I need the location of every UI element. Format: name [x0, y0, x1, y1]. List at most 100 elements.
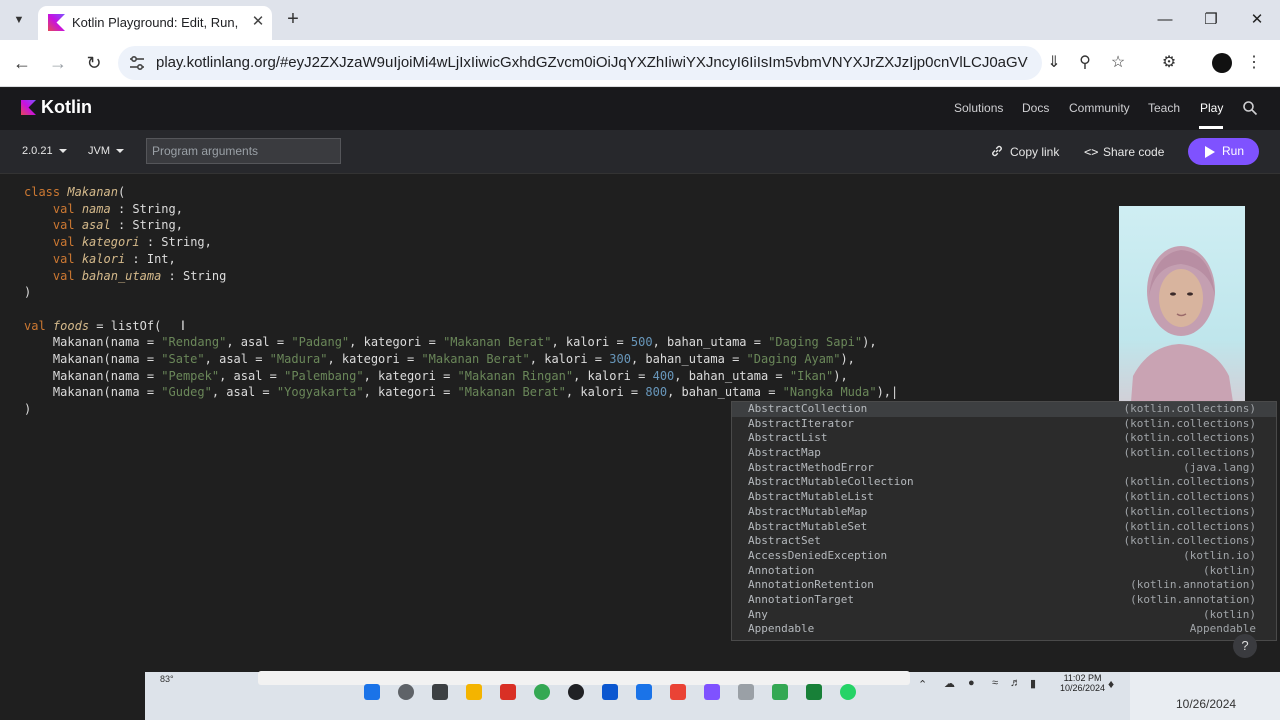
new-tab-icon[interactable]: +: [282, 8, 304, 30]
forward-arrow-icon[interactable]: →: [45, 50, 71, 76]
autocomplete-item-package: (kotlin.annotation): [1130, 592, 1256, 606]
tray-chevron-icon[interactable]: ⌃: [918, 678, 927, 691]
cloud-icon[interactable]: ☁: [944, 677, 955, 690]
autocomplete-item[interactable]: AnnotationRetention (kotlin.annotation): [732, 578, 1276, 593]
search-icon[interactable]: [1242, 100, 1258, 116]
nav-docs[interactable]: Docs: [1022, 101, 1049, 115]
tab-search-chevron-icon[interactable]: ▼: [8, 9, 30, 31]
autocomplete-item-name: AbstractMutableMap: [748, 504, 868, 518]
autocomplete-item[interactable]: AbstractMap (kotlin.collections): [732, 446, 1276, 461]
autocomplete-item[interactable]: AbstractMethodError (java.lang): [732, 461, 1276, 476]
autocomplete-item[interactable]: AbstractMutableCollection (kotlin.collect…: [732, 475, 1276, 490]
autocomplete-item-name: Annotation: [748, 563, 815, 577]
nav-play[interactable]: Play: [1200, 101, 1223, 115]
autocomplete-item[interactable]: AbstractSet (kotlin.collections): [732, 534, 1276, 549]
weather-widget[interactable]: 83°: [160, 674, 174, 684]
browser-tab-active[interactable]: Kotlin Playground: Edit, Run, Sh ✕: [38, 6, 272, 40]
autocomplete-item-package: (kotlin.collections): [1123, 416, 1256, 430]
autocomplete-item-name: AbstractCollection: [748, 402, 868, 415]
app-icon[interactable]: [636, 684, 652, 700]
copy-link-button[interactable]: Copy link: [1010, 145, 1059, 159]
autocomplete-item-name: AbstractMethodError: [748, 460, 874, 474]
autocomplete-item[interactable]: AbstractList (kotlin.collections): [732, 431, 1276, 446]
app-icon[interactable]: [568, 684, 584, 700]
autocomplete-popup: AbstractCollection (kotlin.collections) A…: [731, 401, 1277, 641]
mic-icon[interactable]: ●: [968, 677, 975, 689]
version-select[interactable]: 2.0.21: [22, 145, 67, 157]
code-content[interactable]: class Makanan( val nama : String, val as…: [24, 184, 898, 418]
autocomplete-item[interactable]: AbstractCollection (kotlin.collections): [732, 402, 1276, 417]
autocomplete-item[interactable]: AbstractIterator (kotlin.collections): [732, 417, 1276, 432]
back-arrow-icon[interactable]: ←: [9, 50, 35, 76]
app-icon[interactable]: [704, 684, 720, 700]
autocomplete-item-name: AnnotationTarget: [748, 592, 854, 606]
extensions-icon[interactable]: ⚙: [1158, 52, 1180, 74]
autocomplete-item[interactable]: Appendable Appendable: [732, 622, 1276, 637]
search-taskbar-icon[interactable]: [398, 684, 414, 700]
app-icon[interactable]: [670, 684, 686, 700]
clock-date: 10/26/2024: [1060, 683, 1106, 693]
battery-icon[interactable]: ▮: [1030, 677, 1036, 690]
autocomplete-item-name: AbstractSet: [748, 534, 821, 548]
restore-icon[interactable]: ❐: [1196, 8, 1226, 32]
autocomplete-item[interactable]: AbstractMutableMap (kotlin.collections): [732, 505, 1276, 520]
autocomplete-item-package: (java.lang): [1183, 460, 1256, 474]
kotlin-brand[interactable]: Kotlin: [41, 97, 92, 118]
chrome-icon[interactable]: [534, 684, 550, 700]
nav-active-indicator: [1199, 126, 1223, 129]
zoom-icon[interactable]: ⚲: [1074, 52, 1096, 74]
link-icon: [992, 145, 1002, 157]
bookmark-star-icon[interactable]: ☆: [1107, 52, 1129, 74]
tab-close-icon[interactable]: ✕: [248, 12, 268, 32]
run-label: Run: [1222, 144, 1245, 158]
playground-settings-bar: 2.0.21 JVM Copy link <> Share code Run: [0, 130, 1280, 174]
nav-community[interactable]: Community: [1069, 101, 1130, 115]
platform-select[interactable]: JVM: [88, 145, 124, 157]
kotlin-site-header: Kotlin Solutions Docs Community Teach Pl…: [0, 88, 1280, 130]
start-icon[interactable]: [364, 684, 380, 700]
taskbar-right-area: [1130, 672, 1280, 720]
install-app-icon[interactable]: ⇓: [1043, 52, 1065, 74]
kotlin-logo-icon[interactable]: [21, 100, 36, 115]
more-menu-icon[interactable]: ⋮: [1243, 52, 1265, 74]
autocomplete-item-name: AbstractMap: [748, 446, 821, 460]
autocomplete-item-package: (kotlin.collections): [1123, 446, 1256, 460]
autocomplete-item[interactable]: AnnotationTarget (kotlin.annotation): [732, 593, 1276, 608]
run-button[interactable]: Run: [1188, 138, 1259, 165]
wifi-icon[interactable]: ≈: [992, 677, 998, 689]
site-info-icon[interactable]: [128, 54, 146, 72]
notification-bell-icon[interactable]: ♦: [1108, 677, 1114, 691]
nav-solutions[interactable]: Solutions: [954, 101, 1003, 115]
autocomplete-item[interactable]: AbstractMutableSet (kotlin.collections): [732, 520, 1276, 535]
autocomplete-item-name: AbstractIterator: [748, 416, 854, 430]
editor-scrollbar[interactable]: [258, 671, 910, 685]
app-icon[interactable]: [500, 684, 516, 700]
task-view-icon[interactable]: [432, 684, 448, 700]
presenter-video: [1129, 246, 1237, 428]
nav-teach[interactable]: Teach: [1148, 101, 1180, 115]
autocomplete-item[interactable]: Annotation (kotlin): [732, 564, 1276, 579]
app-icon[interactable]: [806, 684, 822, 700]
volume-icon[interactable]: ♬: [1010, 677, 1021, 689]
autocomplete-item[interactable]: AccessDeniedException (kotlin.io): [732, 549, 1276, 564]
program-arguments-input[interactable]: [146, 138, 341, 164]
address-bar[interactable]: play.kotlinlang.org/#eyJ2ZXJzaW9uIjoiMi4…: [118, 46, 1042, 80]
file-explorer-icon[interactable]: [466, 684, 482, 700]
platform-value: JVM: [88, 145, 110, 157]
autocomplete-item[interactable]: Any (kotlin): [732, 608, 1276, 623]
autocomplete-item-name: Appendable: [748, 622, 815, 636]
autocomplete-item-package: (kotlin.collections): [1123, 402, 1256, 415]
reload-icon[interactable]: ↻: [81, 50, 107, 76]
autocomplete-item[interactable]: AbstractMutableList (kotlin.collections): [732, 490, 1276, 505]
app-icon[interactable]: [602, 684, 618, 700]
share-code-button[interactable]: Share code: [1103, 145, 1164, 159]
minimize-icon[interactable]: —: [1150, 8, 1180, 32]
app-icon[interactable]: [738, 684, 754, 700]
autocomplete-item-package: (kotlin): [1203, 607, 1256, 621]
help-button[interactable]: ?: [1233, 634, 1257, 658]
whatsapp-icon[interactable]: [840, 684, 856, 700]
profile-avatar[interactable]: [1212, 53, 1232, 73]
window-close-icon[interactable]: ✕: [1242, 8, 1272, 32]
app-icon[interactable]: [772, 684, 788, 700]
tray-clock[interactable]: 11:02 PM 10/26/2024: [1060, 673, 1105, 693]
